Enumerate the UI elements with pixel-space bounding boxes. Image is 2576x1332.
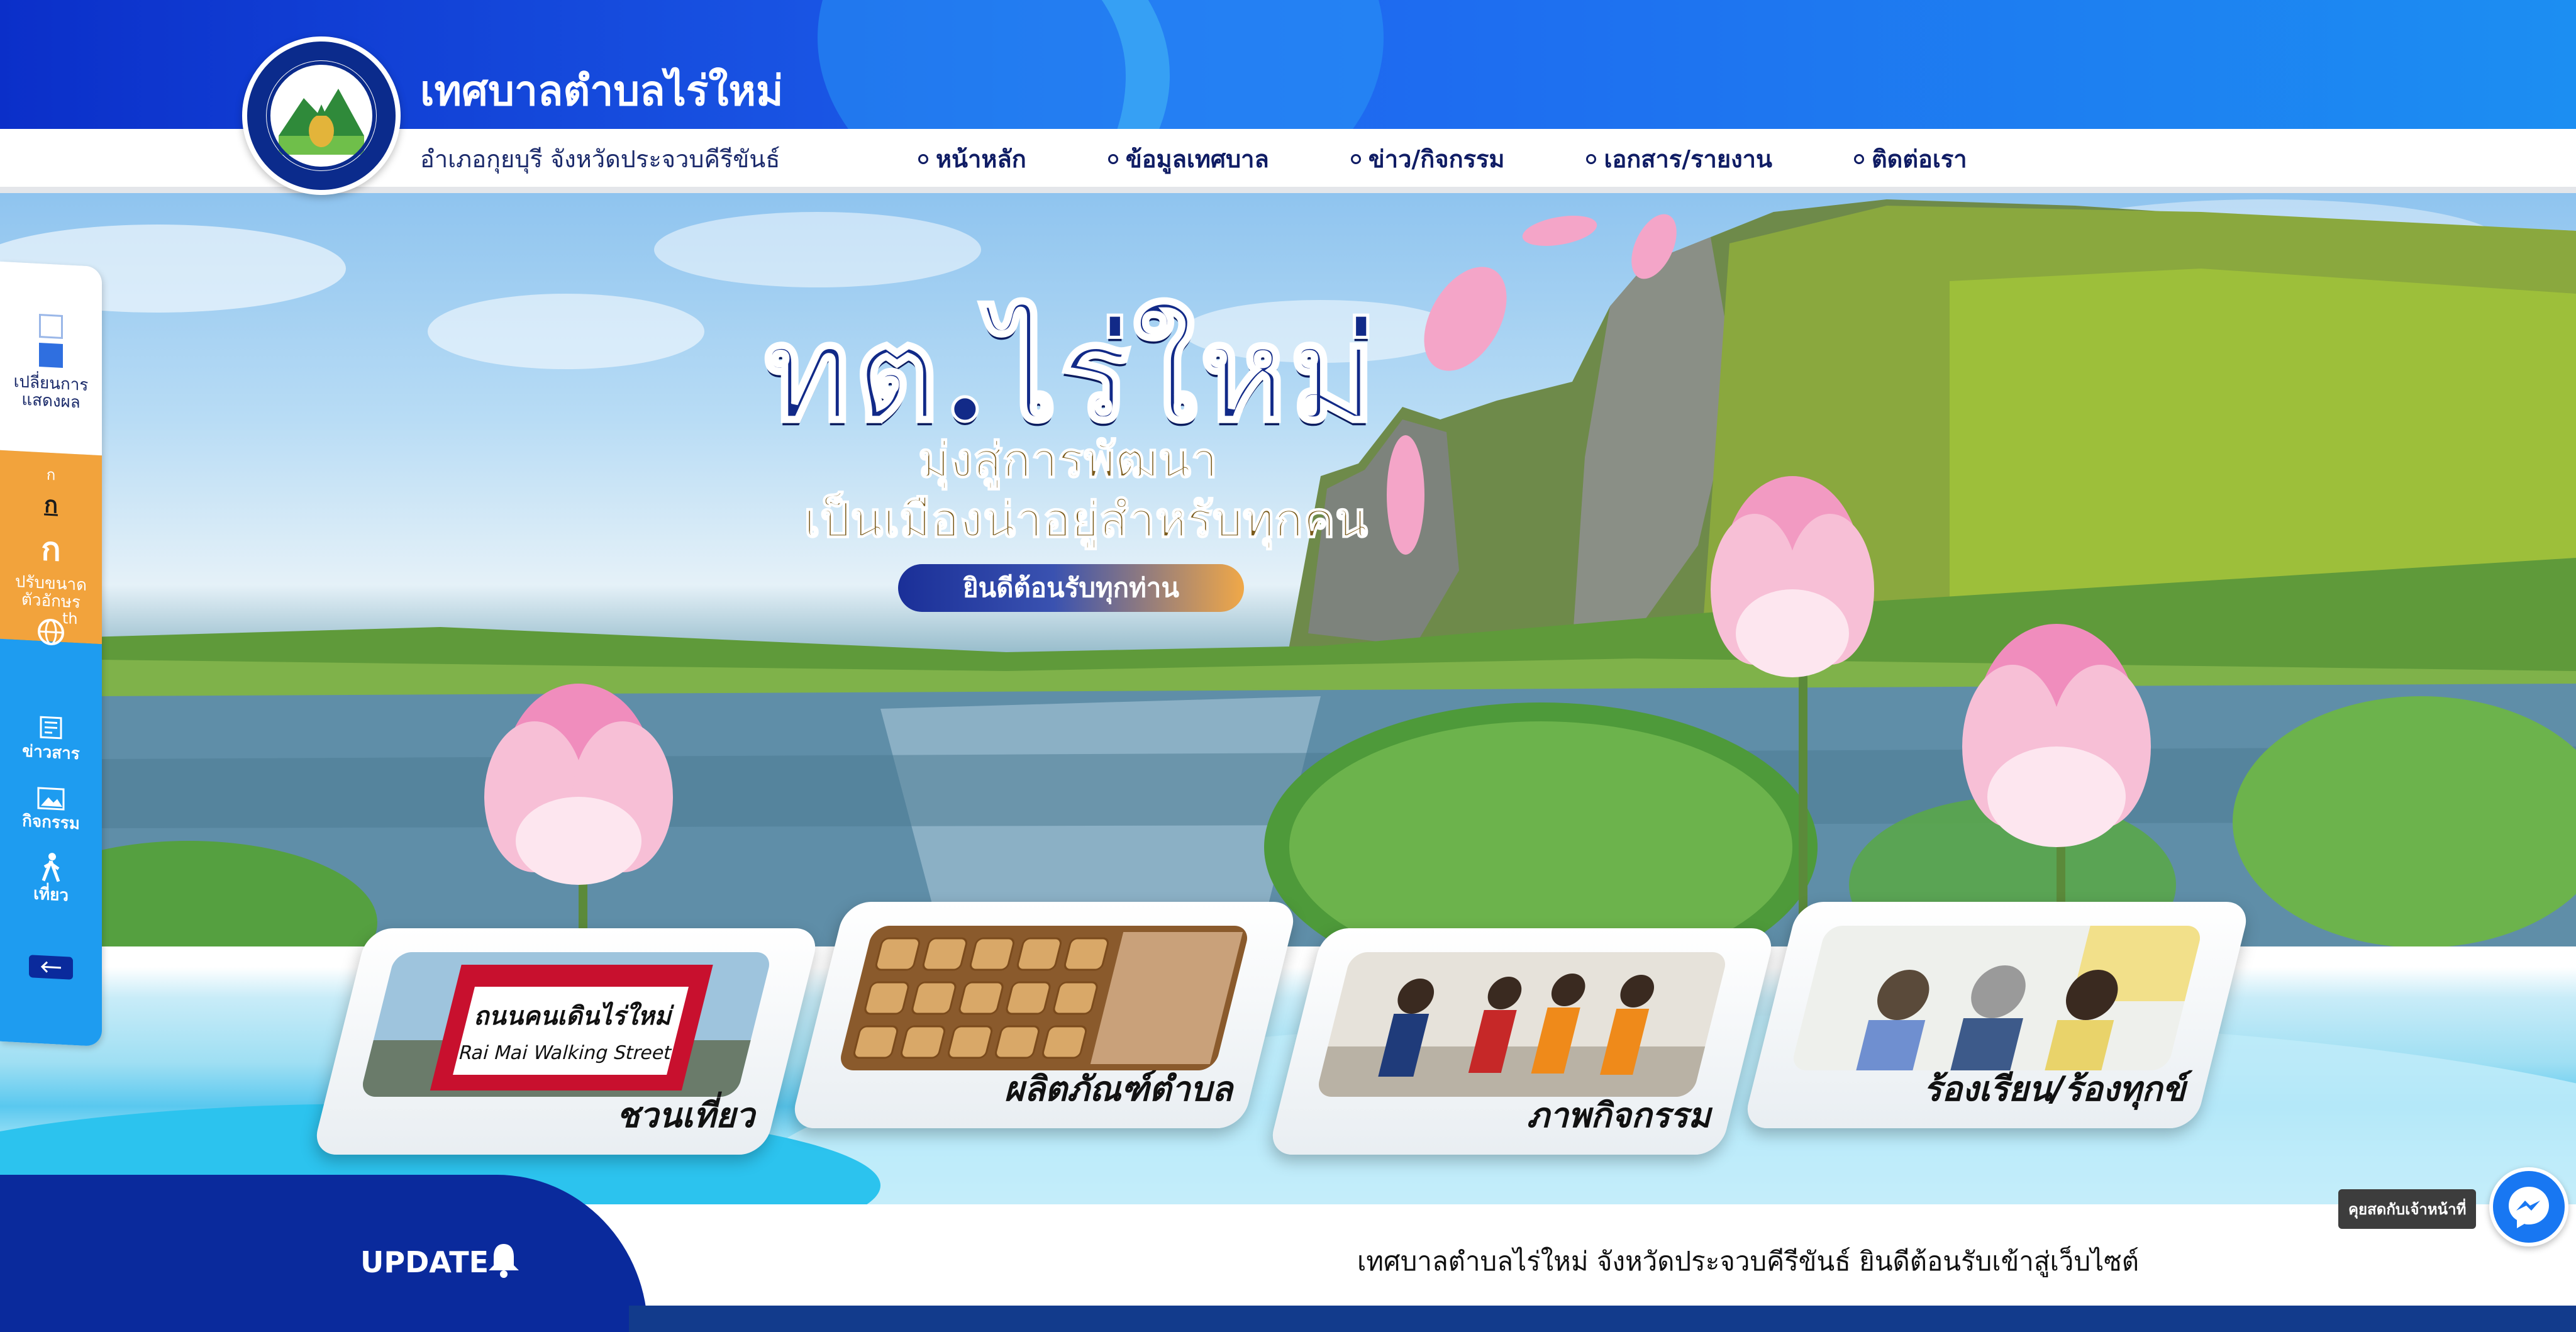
- complaints-photo: [1790, 926, 2204, 1070]
- site-location: อำเภอกุยบุรี จังหวัดประจวบคีรีขันธ์: [420, 145, 780, 173]
- grid-view-active-icon: [39, 343, 63, 368]
- walking-street-photo: ถนนคนเดินไร่ใหม่ Rai Mai Walking Street: [359, 952, 773, 1097]
- bell-icon: [486, 1241, 521, 1282]
- card-sign-thai: ถนนคนเดินไร่ใหม่: [472, 1001, 677, 1031]
- bullet-icon: [1853, 153, 1864, 164]
- municipality-seal-icon: [266, 60, 377, 171]
- display-mode-toggle[interactable]: เปลี่ยนการ แสดงผล: [0, 312, 102, 413]
- accessibility-toolbar: เปลี่ยนการ แสดงผล ก ก ก ปรับขนาด ตัวอักษ…: [0, 261, 102, 1047]
- toolbar-travel[interactable]: เที่ยว: [0, 850, 102, 906]
- grid-view-icon: [39, 314, 63, 339]
- card-label-products: ผลิตภัณฑ์ตำบล: [1004, 1069, 1233, 1109]
- chat-tooltip: คุยสดกับเจ้าหน้าที่: [2338, 1189, 2477, 1229]
- card-label-travel: ชวนเที่ยว: [616, 1096, 755, 1135]
- main-nav: หน้าหลัก ข้อมูลเทศบาล ข่าว/กิจกรรม เอกสา…: [918, 140, 2049, 178]
- font-size-control: ก ก ก ปรับขนาด ตัวอักษร th: [0, 460, 102, 652]
- hiker-icon: [42, 853, 60, 882]
- font-large-button[interactable]: ก: [0, 520, 102, 577]
- card-label-activities: ภาพกิจกรรม: [1526, 1096, 1711, 1135]
- bullet-icon: [1350, 153, 1361, 164]
- update-label: UPDATE: [360, 1245, 489, 1279]
- toolbar-activity[interactable]: กิจกรรม: [0, 784, 102, 834]
- card-sign-english: Rai Mai Walking Street: [457, 1042, 674, 1063]
- bullet-icon: [918, 153, 928, 164]
- card-activities[interactable]: ภาพกิจกรรม: [1267, 928, 1777, 1155]
- site-logo[interactable]: [242, 36, 401, 195]
- nav-news-activities[interactable]: ข่าว/กิจกรรม: [1350, 140, 1504, 178]
- globe-icon: [38, 618, 64, 646]
- arrow-left-icon: [29, 955, 73, 980]
- site-title[interactable]: เทศบาลตำบลไร่ใหม่: [420, 58, 784, 124]
- toolbar-news[interactable]: ข่าวสาร: [0, 711, 102, 764]
- card-products[interactable]: ผลิตภัณฑ์ตำบล: [789, 902, 1299, 1128]
- newspaper-icon: [40, 716, 62, 740]
- image-icon: [37, 787, 65, 811]
- nav-home[interactable]: หน้าหลัก: [918, 140, 1026, 178]
- language-code: th: [62, 609, 78, 628]
- messenger-chat-button[interactable]: [2489, 1167, 2568, 1246]
- bullet-icon: [1586, 153, 1597, 164]
- card-travel[interactable]: ถนนคนเดินไร่ใหม่ Rai Mai Walking Street …: [311, 928, 821, 1155]
- nav-contact[interactable]: ติดต่อเรา: [1853, 140, 1967, 178]
- products-photo: [837, 926, 1251, 1070]
- activities-photo: [1315, 952, 1729, 1097]
- card-label-complaints: ร้องเรียน/ร้องทุกข์: [1923, 1069, 2185, 1109]
- nav-documents-reports[interactable]: เอกสาร/รายงาน: [1586, 140, 1772, 178]
- nav-municipality-info[interactable]: ข้อมูลเทศบาล: [1108, 140, 1269, 178]
- hero-subtitle-2: เป็นเมืองน่าอยู่สำหรับทุกคน: [803, 491, 1368, 548]
- update-marquee[interactable]: เทศบาลตำบลไร่ใหม่ จังหวัดประจวบคีรีขันธ์…: [1357, 1241, 2139, 1282]
- bullet-icon: [1108, 153, 1118, 164]
- language-switch[interactable]: th: [32, 609, 78, 650]
- font-medium-button[interactable]: ก: [0, 484, 102, 525]
- hero-banner: ทต.ไร่ใหม่ มุ่งสู่การพัฒนา เป็นเมืองน่าอ…: [0, 193, 2576, 946]
- messenger-icon: [2509, 1187, 2549, 1228]
- welcome-banner: ยินดีต้อนรับทุกท่าน: [898, 564, 1244, 612]
- card-complaints[interactable]: ร้องเรียน/ร้องทุกข์: [1742, 902, 2251, 1128]
